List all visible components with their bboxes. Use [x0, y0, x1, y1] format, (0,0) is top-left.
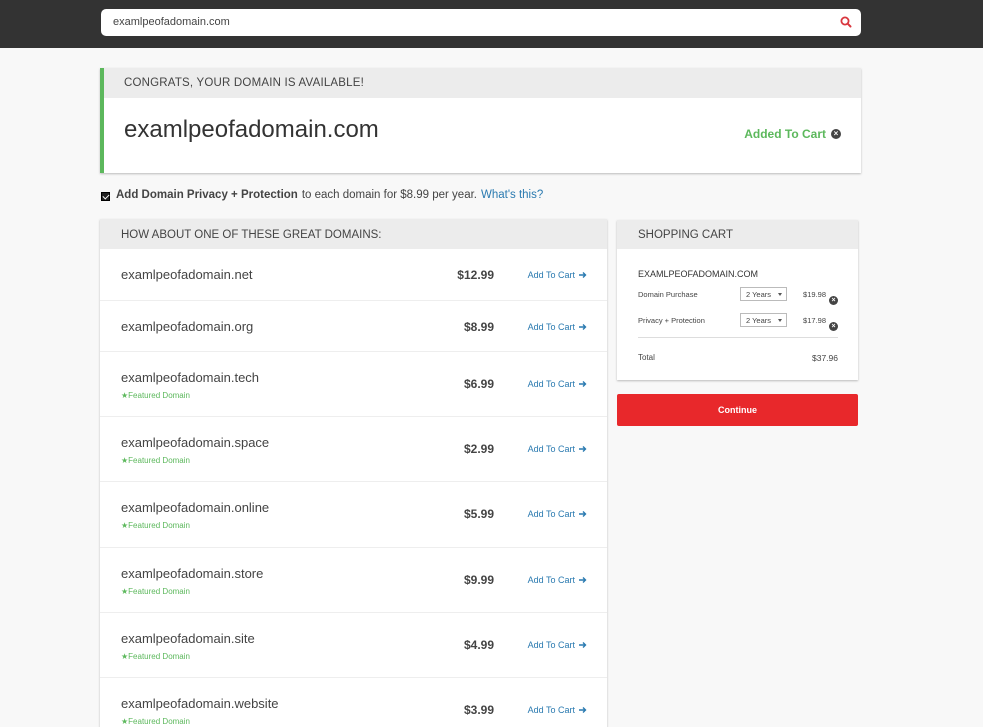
- add-to-cart-label: Add To Cart: [527, 322, 575, 332]
- added-to-cart-label: Added To Cart: [744, 127, 826, 141]
- featured-domain-badge: ★Featured Domain: [121, 391, 190, 400]
- add-to-cart-label: Add To Cart: [527, 640, 575, 650]
- remove-icon[interactable]: ×: [831, 129, 841, 139]
- privacy-bold-label: Add Domain Privacy + Protection: [116, 189, 298, 201]
- featured-domain-badge: ★Featured Domain: [121, 456, 190, 465]
- search-input[interactable]: examlpeofadomain.com: [113, 16, 230, 28]
- add-to-cart-label: Add To Cart: [527, 575, 575, 585]
- arrow-right-icon: [579, 642, 587, 648]
- whats-this-link[interactable]: What's this?: [481, 189, 543, 201]
- privacy-checkbox[interactable]: [101, 191, 110, 201]
- add-to-cart-button[interactable]: Add To Cart: [528, 575, 587, 585]
- add-to-cart-label: Add To Cart: [527, 509, 575, 519]
- cart-line-amount: $17.98: [803, 316, 826, 325]
- domain-row: examlpeofadomain.space ★Featured Domain …: [100, 417, 607, 482]
- domain-row: examlpeofadomain.online ★Featured Domain…: [100, 482, 607, 548]
- domain-name: examlpeofadomain.net: [121, 267, 253, 282]
- term-select[interactable]: 2 Years: [740, 313, 787, 327]
- availability-card: CONGRATS, YOUR DOMAIN IS AVAILABLE! exam…: [100, 68, 861, 173]
- arrow-right-icon: [579, 381, 587, 387]
- add-to-cart-label: Add To Cart: [527, 379, 575, 389]
- add-to-cart-button[interactable]: Add To Cart: [528, 322, 587, 332]
- domain-row: examlpeofadomain.tech ★Featured Domain $…: [100, 352, 607, 417]
- cart-total-value: $37.96: [812, 353, 838, 363]
- domain-price: $4.99: [463, 638, 494, 652]
- domain-price: $9.99: [463, 573, 494, 587]
- suggestions-heading: HOW ABOUT ONE OF THESE GREAT DOMAINS:: [100, 219, 607, 249]
- domain-row: examlpeofadomain.store ★Featured Domain …: [100, 548, 607, 613]
- continue-button[interactable]: Continue: [617, 394, 858, 426]
- domain-price: $3.99: [463, 703, 494, 717]
- domain-name: examlpeofadomain.site: [121, 631, 255, 646]
- privacy-text: to each domain for $8.99 per year.: [301, 189, 477, 201]
- domain-row: examlpeofadomain.org $8.99 Add To Cart: [100, 301, 607, 352]
- cart-total-label: Total: [638, 353, 655, 362]
- domain-name: examlpeofadomain.org: [121, 319, 254, 334]
- arrow-right-icon: [579, 272, 587, 278]
- domain-row: examlpeofadomain.site ★Featured Domain $…: [100, 613, 607, 678]
- availability-heading: CONGRATS, YOUR DOMAIN IS AVAILABLE!: [104, 68, 861, 98]
- privacy-option: Add Domain Privacy + Protection to each …: [101, 189, 543, 201]
- top-bar: examlpeofadomain.com: [0, 0, 983, 48]
- arrow-right-icon: [579, 577, 587, 583]
- shopping-cart-panel: SHOPPING CART EXAMLPEOFADOMAIN.COM Domai…: [617, 220, 858, 380]
- domain-row: examlpeofadomain.net $12.99 Add To Cart: [100, 249, 607, 301]
- add-to-cart-button[interactable]: Add To Cart: [528, 705, 587, 715]
- remove-icon[interactable]: ×: [829, 296, 838, 305]
- featured-domain-badge: ★Featured Domain: [121, 587, 190, 596]
- featured-domain-badge: ★Featured Domain: [121, 652, 190, 661]
- domain-price: $2.99: [463, 442, 494, 456]
- add-to-cart-label: Add To Cart: [527, 270, 575, 280]
- domain-price: $6.99: [463, 377, 494, 391]
- suggestions-panel: HOW ABOUT ONE OF THESE GREAT DOMAINS: ex…: [100, 219, 607, 727]
- remove-line-button[interactable]: ×: [829, 315, 838, 333]
- featured-domain-badge: ★Featured Domain: [121, 521, 190, 530]
- arrow-right-icon: [579, 324, 587, 330]
- domain-name: examlpeofadomain.store: [121, 566, 264, 581]
- arrow-right-icon: [579, 446, 587, 452]
- add-to-cart-button[interactable]: Add To Cart: [528, 640, 587, 650]
- add-to-cart-button[interactable]: Add To Cart: [528, 379, 587, 389]
- domain-name: examlpeofadomain.online: [121, 500, 270, 515]
- domain-price: $5.99: [463, 507, 494, 521]
- domain-price: $8.99: [463, 320, 494, 334]
- term-select[interactable]: 2 Years: [740, 287, 787, 301]
- available-domain-name: examlpeofadomain.com: [124, 116, 379, 143]
- add-to-cart-button[interactable]: Add To Cart: [528, 444, 587, 454]
- remove-line-button[interactable]: ×: [829, 289, 838, 307]
- remove-icon[interactable]: ×: [829, 322, 838, 331]
- arrow-right-icon: [579, 511, 587, 517]
- add-to-cart-label: Add To Cart: [527, 705, 575, 715]
- cart-divider: [638, 337, 838, 338]
- cart-heading: SHOPPING CART: [617, 220, 858, 249]
- featured-domain-badge: ★Featured Domain: [121, 717, 190, 726]
- domain-name: examlpeofadomain.tech: [121, 370, 260, 385]
- add-to-cart-button[interactable]: Add To Cart: [528, 509, 587, 519]
- search-icon[interactable]: [839, 15, 853, 29]
- add-to-cart-label: Add To Cart: [527, 444, 575, 454]
- domain-name: examlpeofadomain.space: [121, 435, 270, 450]
- domain-price: $12.99: [457, 268, 494, 282]
- search-box[interactable]: examlpeofadomain.com: [101, 9, 861, 36]
- domain-name: examlpeofadomain.website: [121, 696, 279, 711]
- cart-domain-name: EXAMLPEOFADOMAIN.COM: [638, 269, 759, 279]
- cart-line-amount: $19.98: [803, 290, 826, 299]
- added-to-cart-status: Added To Cart ×: [744, 127, 841, 141]
- domain-row: examlpeofadomain.website ★Featured Domai…: [100, 678, 607, 727]
- arrow-right-icon: [579, 707, 587, 713]
- add-to-cart-button[interactable]: Add To Cart: [528, 270, 587, 280]
